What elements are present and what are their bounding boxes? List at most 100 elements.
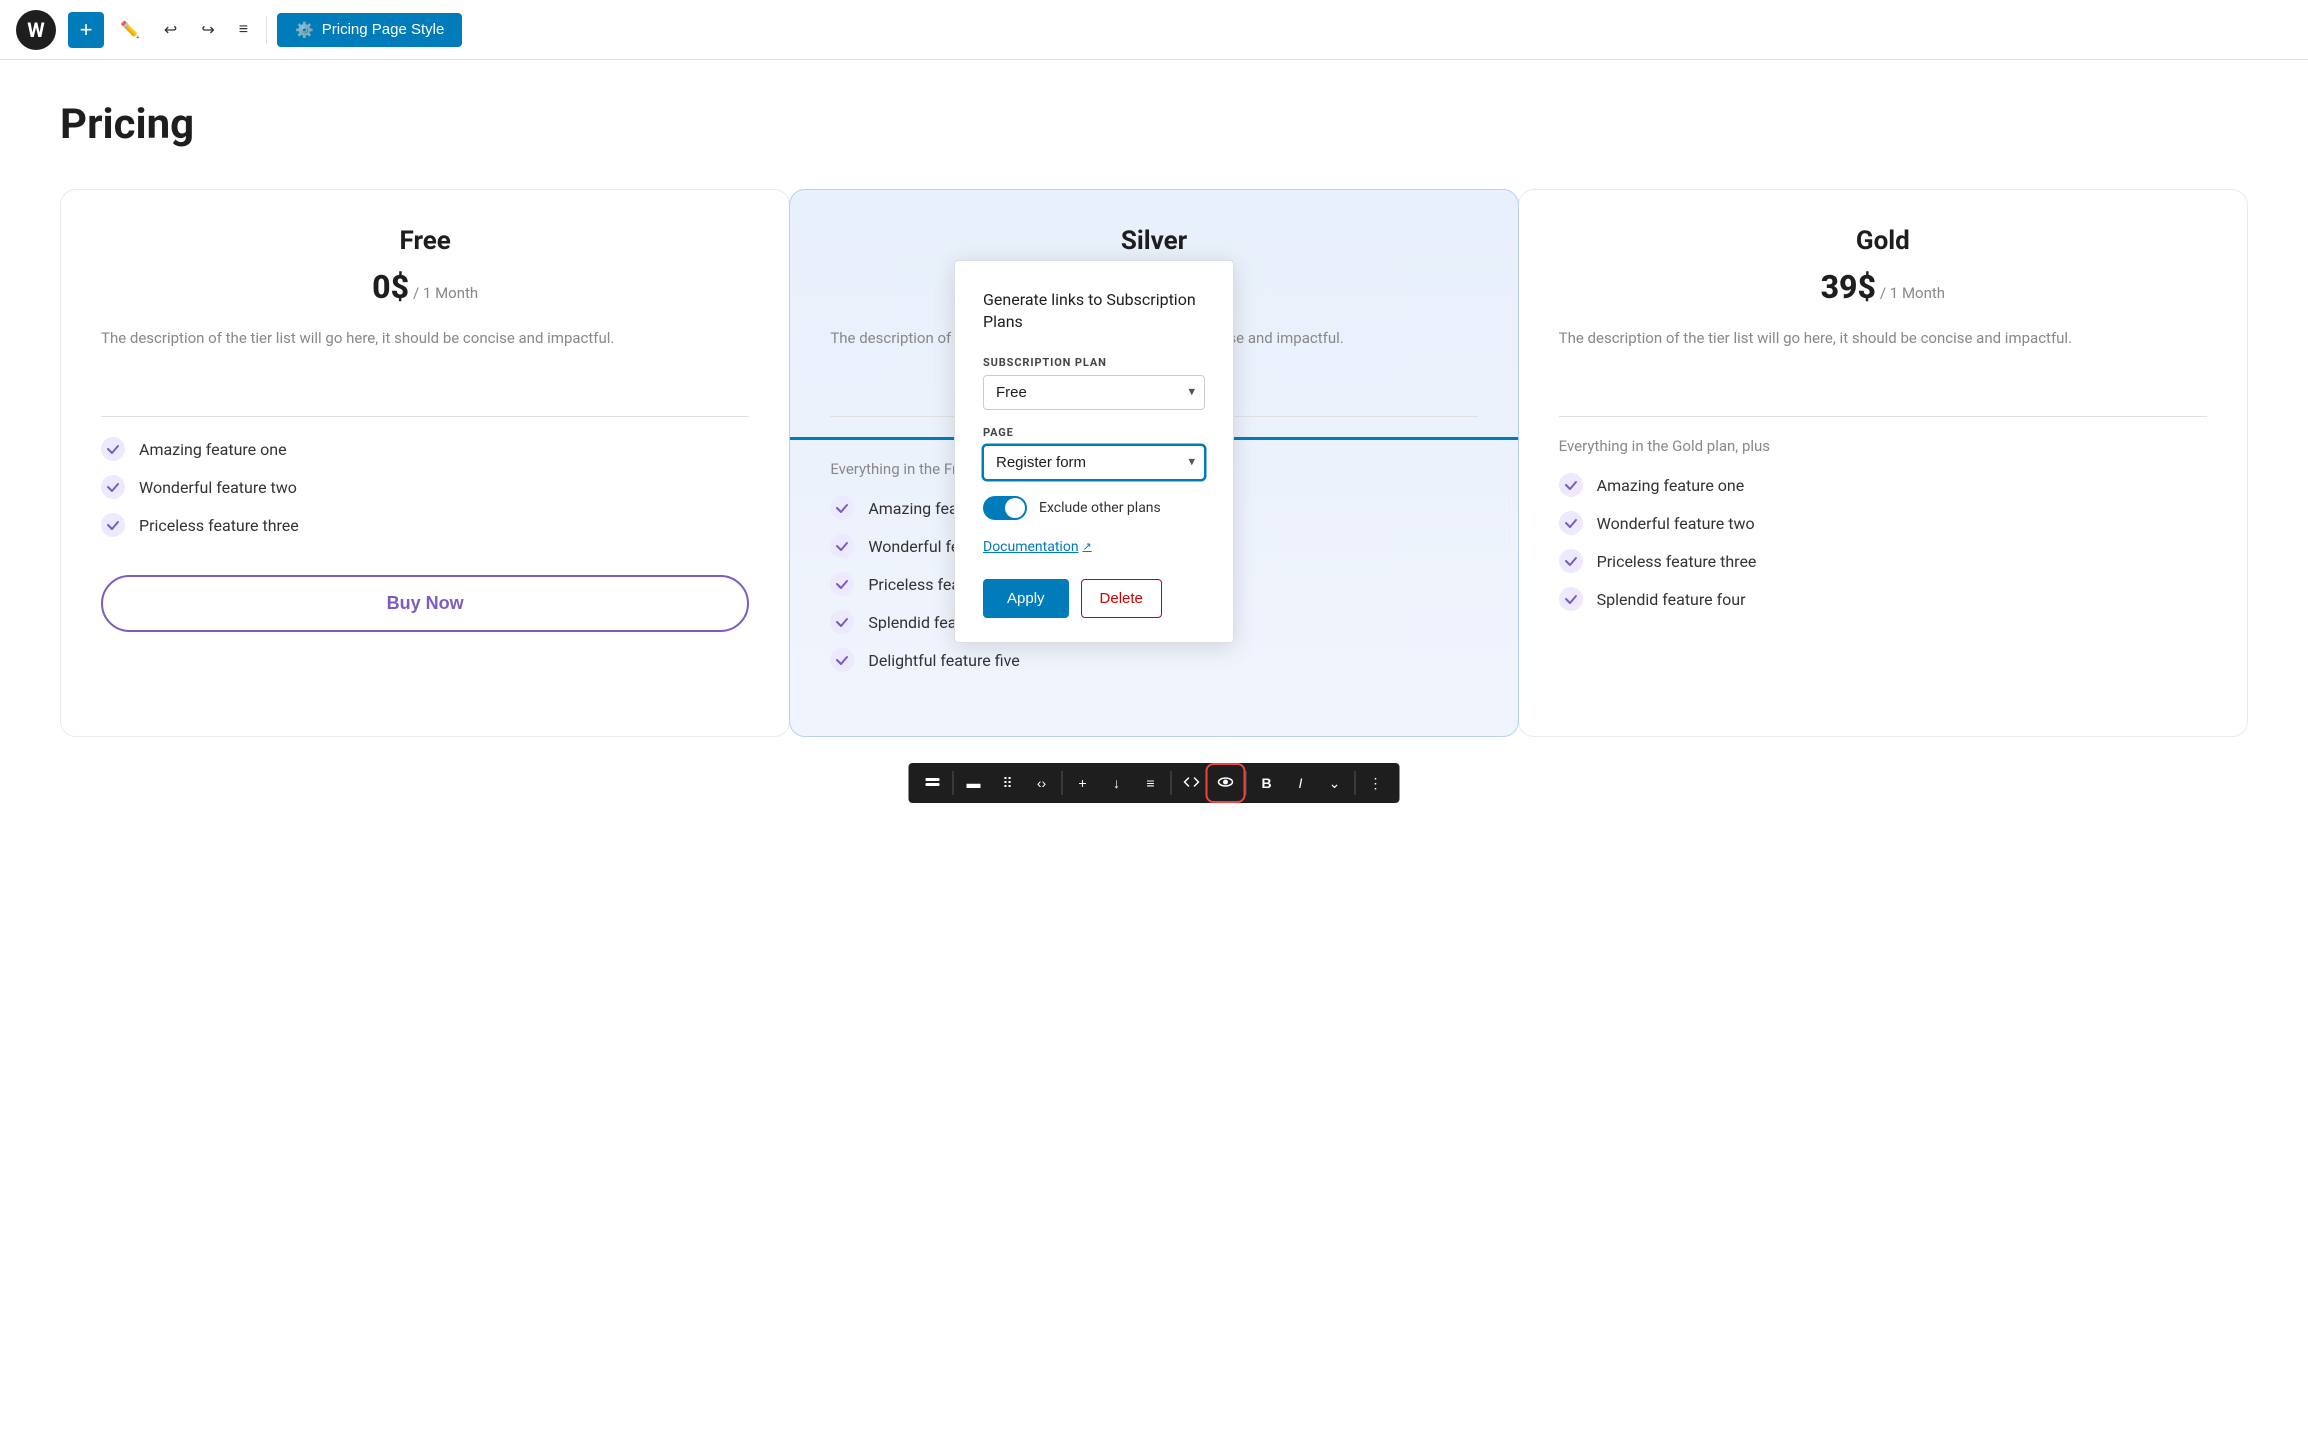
plan-period-free: / 1 Month [413, 284, 478, 302]
code-icon [1184, 774, 1200, 793]
visibility-button[interactable] [1210, 767, 1242, 799]
arrow-button[interactable]: ‹› [1026, 767, 1058, 799]
bold-button[interactable]: B [1251, 767, 1283, 799]
plan-name-gold: Gold [1559, 226, 2207, 256]
plan-divider-free [101, 416, 749, 417]
page-select[interactable]: Register form Login form Checkout [983, 445, 1205, 480]
feature-label: Amazing feature one [139, 440, 287, 459]
feature-item: Amazing feature one [1559, 473, 2207, 497]
more-options-button[interactable]: ⋮ [1360, 767, 1392, 799]
popup-overlay: Generate links to Subscription Plans SUB… [954, 260, 1234, 643]
inline-toolbar: ▬ ⠿ ‹› + ↓ ≡ [909, 763, 1400, 803]
move-down-icon: ↓ [1113, 775, 1120, 791]
separator [1355, 771, 1356, 795]
block-align-button[interactable] [917, 767, 949, 799]
drag-icon: ⠿ [1002, 775, 1012, 792]
add-button[interactable]: + [68, 12, 104, 48]
redo-icon: ↪ [201, 20, 214, 40]
plan-subtitle-gold: Everything in the Gold plan, plus [1559, 437, 2207, 455]
separator [1171, 771, 1172, 795]
subscription-plan-label: SUBSCRIPTION PLAN [983, 356, 1205, 369]
wp-logo: W [16, 10, 56, 50]
feature-item: Amazing feature one [101, 437, 749, 461]
plan-amount-gold: 39$ [1821, 268, 1876, 306]
arrow-icon: ‹› [1037, 775, 1046, 791]
top-toolbar: W + ✏️ ↩ ↪ ≡ ⚙️ Pricing Page Style [0, 0, 2308, 60]
block-button[interactable]: ▬ [958, 767, 990, 799]
plan-divider-gold [1559, 416, 2207, 417]
exclude-toggle[interactable] [983, 496, 1027, 520]
exclude-label: Exclude other plans [1039, 500, 1161, 516]
chevron-down-icon: ⌄ [1329, 775, 1341, 792]
list-view-button[interactable]: ≡ [231, 15, 256, 45]
documentation-link[interactable]: Documentation ↗ [983, 539, 1092, 555]
plan-description-free: The description of the tier list will go… [101, 326, 749, 396]
subscription-plan-select-wrapper: Free Silver Gold ▾ [983, 375, 1205, 410]
dots-icon: ⋮ [1369, 775, 1383, 792]
separator [266, 16, 267, 44]
insert-button[interactable]: + [1067, 767, 1099, 799]
check-icon [1559, 511, 1583, 535]
separator [1246, 771, 1247, 795]
more-formats-button[interactable]: ⌄ [1319, 767, 1351, 799]
block-align-icon [925, 774, 941, 793]
feature-item: Wonderful feature two [1559, 511, 2207, 535]
pricing-card-gold: Gold 39$ / 1 Month The description of th… [1518, 189, 2248, 737]
feature-item: Splendid feature four [1559, 587, 2207, 611]
buy-now-button-free[interactable]: Buy Now [101, 575, 749, 632]
bold-icon: B [1261, 775, 1271, 791]
feature-item: Delightful feature five [830, 648, 1477, 672]
apply-button[interactable]: Apply [983, 579, 1069, 618]
page-label: PAGE [983, 426, 1205, 439]
popup-title: Generate links to Subscription Plans [983, 289, 1205, 334]
documentation-link-text: Documentation [983, 539, 1079, 555]
feature-label: Priceless feature three [1597, 552, 1757, 571]
drag-button[interactable]: ⠿ [992, 767, 1024, 799]
align-icon: ≡ [1146, 775, 1154, 791]
insert-icon: + [1078, 775, 1086, 791]
align-button[interactable]: ≡ [1135, 767, 1167, 799]
page-select-wrapper: Register form Login form Checkout ▾ [983, 445, 1205, 480]
pricing-card-free: Free 0$ / 1 Month The description of the… [60, 189, 790, 737]
plan-description-gold: The description of the tier list will go… [1559, 326, 2207, 396]
feature-label: Wonderful feature two [139, 478, 297, 497]
check-icon [101, 475, 125, 499]
external-link-icon: ↗ [1083, 540, 1092, 553]
pricing-page-style-button[interactable]: ⚙️ Pricing Page Style [277, 13, 462, 47]
feature-item: Priceless feature three [1559, 549, 2207, 573]
subscription-plan-select[interactable]: Free Silver Gold [983, 375, 1205, 410]
feature-label: Amazing feature one [1597, 476, 1745, 495]
settings-icon: ⚙️ [295, 21, 314, 39]
feature-label: Delightful feature five [868, 651, 1019, 670]
feature-item: Wonderful feature two [101, 475, 749, 499]
feature-label: Wonderful feature two [1597, 514, 1755, 533]
check-icon [830, 610, 854, 634]
move-down-button[interactable]: ↓ [1101, 767, 1133, 799]
edit-button[interactable]: ✏️ [112, 14, 148, 46]
check-icon [830, 572, 854, 596]
check-icon [1559, 587, 1583, 611]
undo-button[interactable]: ↩ [156, 14, 185, 46]
page-content: Pricing Free 0$ / 1 Month The descriptio… [0, 60, 2308, 853]
delete-button[interactable]: Delete [1081, 579, 1162, 618]
list-icon: ≡ [239, 21, 248, 39]
code-button[interactable] [1176, 767, 1208, 799]
italic-button[interactable]: I [1285, 767, 1317, 799]
pencil-icon: ✏️ [120, 20, 140, 40]
feature-item: Priceless feature three [101, 513, 749, 537]
block-icon: ▬ [967, 775, 981, 791]
separator [1062, 771, 1063, 795]
plan-price-free: 0$ / 1 Month [101, 268, 749, 306]
eye-icon [1218, 774, 1234, 793]
pricing-style-label: Pricing Page Style [322, 21, 445, 38]
features-list-free: Amazing feature one Wonderful feature tw… [101, 437, 749, 537]
feature-label: Priceless feature three [139, 516, 299, 535]
plan-period-gold: / 1 Month [1880, 284, 1945, 302]
popup-actions: Apply Delete [983, 579, 1205, 618]
check-icon [101, 437, 125, 461]
check-icon [830, 648, 854, 672]
features-list-gold: Amazing feature one Wonderful feature tw… [1559, 473, 2207, 611]
redo-button[interactable]: ↪ [193, 14, 222, 46]
feature-label: Splendid feature four [1597, 590, 1746, 609]
undo-icon: ↩ [164, 20, 177, 40]
